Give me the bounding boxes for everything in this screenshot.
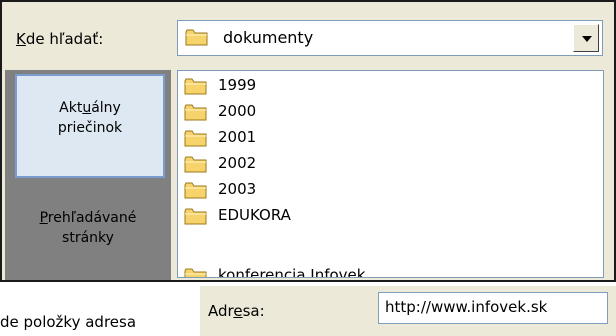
folder-icon [184,104,208,121]
places-item-label-line2: priečinok [57,120,123,136]
places-item-current-folder[interactable]: Aktuálny priečinok [15,74,165,178]
look-in-dropdown[interactable]: dokumenty [177,20,603,56]
places-item-label: Prehľadávané [39,210,137,226]
folder-icon [184,208,208,225]
folder-icon [185,29,209,46]
folder-icon [184,78,208,95]
list-item-label: 2001 [218,128,257,146]
folder-icon [184,130,208,147]
folder-icon [184,182,208,199]
address-bar: Adresa: http://www.infovek.sk [200,286,616,336]
look-in-label-text: de hľadať: [25,30,104,48]
chevron-down-icon [582,36,592,42]
file-dialog: Kde hľadať: dokumenty Aktuálny priečinok… [0,0,616,282]
list-item-label: 2000 [218,102,257,120]
look-in-label: Kde hľadať: [16,30,103,48]
address-label: Adresa: [208,302,265,320]
folder-icon [184,268,208,278]
list-item-label: 1999 [218,76,257,94]
places-item-browsed-pages[interactable]: Prehľadávané stránky [7,208,169,248]
list-item-label: EDUKORA [218,206,291,224]
look-in-accesskey: K [16,30,26,48]
file-list: 1999 2000 2001 2002 2003 EDUKORA konfere… [177,70,604,278]
places-item-label: Aktuálny [59,100,121,116]
address-input[interactable]: http://www.infovek.sk [378,292,608,324]
folder-icon [184,156,208,173]
places-bar: Aktuálny priečinok Prehľadávané stránky [5,70,171,280]
look-in-value: dokumenty [223,28,314,47]
list-item-label: 2003 [218,180,257,198]
dropdown-button[interactable] [573,24,599,52]
places-item-label-line2: stránky [62,230,114,246]
list-item-label: 2002 [218,154,257,172]
address-value: http://www.infovek.sk [385,298,548,316]
background-text: de položky adresa [0,313,137,331]
list-item-label: konferencia Infovek [218,266,366,278]
